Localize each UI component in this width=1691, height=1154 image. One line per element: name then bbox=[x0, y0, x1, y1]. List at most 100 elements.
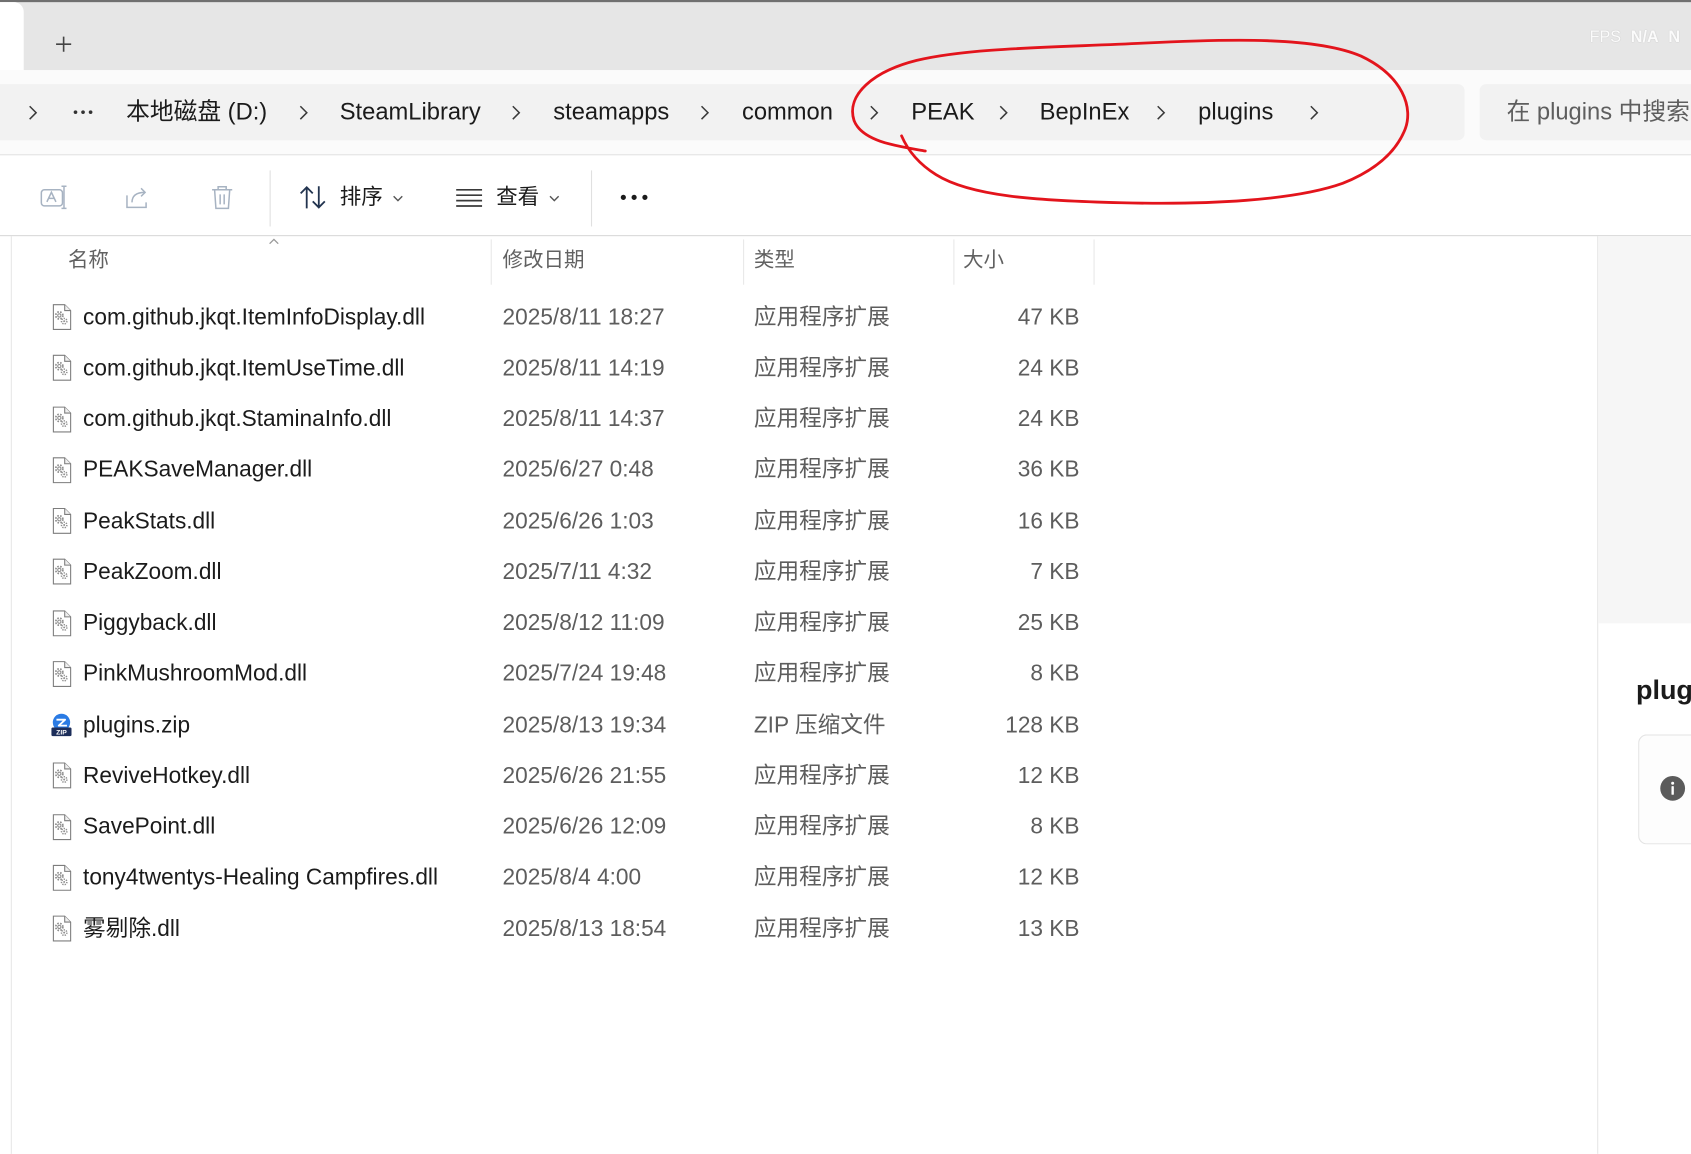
chevron-right-icon[interactable] bbox=[699, 104, 709, 120]
breadcrumb-item-plugins[interactable]: plugins bbox=[1198, 96, 1273, 128]
view-button[interactable]: 查看 bbox=[496, 183, 539, 211]
file-type: 应用程序扩展 bbox=[753, 457, 890, 483]
file-name: PinkMushroomMod.dll bbox=[83, 661, 308, 687]
chevron-right-icon[interactable] bbox=[1156, 104, 1166, 120]
toolbar-divider bbox=[269, 170, 271, 227]
column-header-size[interactable]: 大小 bbox=[963, 248, 1004, 274]
file-name: com.github.jkqt.ItemUseTime.dll bbox=[83, 355, 405, 381]
file-name: SavePoint.dll bbox=[83, 814, 216, 840]
file-row[interactable]: PinkMushroomMod.dll 2025/7/24 19:48 应用程序… bbox=[12, 648, 1597, 699]
delete-icon[interactable] bbox=[207, 182, 237, 212]
file-modified: 2025/6/26 12:09 bbox=[502, 814, 667, 840]
file-size: 24 KB bbox=[1017, 406, 1080, 432]
address-divider bbox=[0, 154, 1691, 156]
breadcrumb-item-local-disk[interactable]: 本地磁盘 (D:) bbox=[126, 96, 267, 128]
file-name: com.github.jkqt.ItemInfoDisplay.dll bbox=[83, 304, 426, 330]
chevron-down-icon[interactable] bbox=[549, 195, 560, 202]
dll-file-icon bbox=[50, 303, 74, 331]
file-type: 应用程序扩展 bbox=[753, 406, 890, 432]
search-box[interactable] bbox=[1479, 84, 1691, 141]
sort-button[interactable]: 排序 bbox=[340, 183, 383, 211]
column-header-type[interactable]: 类型 bbox=[754, 248, 795, 274]
file-modified: 2025/6/26 1:03 bbox=[502, 508, 654, 534]
chevron-right-icon[interactable] bbox=[511, 104, 521, 120]
chevron-down-icon[interactable] bbox=[393, 195, 404, 202]
file-type: 应用程序扩展 bbox=[753, 661, 890, 687]
file-type: 应用程序扩展 bbox=[753, 355, 890, 381]
sort-icon[interactable] bbox=[298, 182, 328, 212]
breadcrumb-item-steamapps[interactable]: steamapps bbox=[553, 96, 669, 128]
breadcrumb-item-steamlibrary[interactable]: SteamLibrary bbox=[340, 96, 481, 128]
file-modified: 2025/8/11 14:19 bbox=[502, 355, 665, 381]
column-divider[interactable] bbox=[953, 239, 955, 285]
file-row[interactable]: ReviveHotkey.dll 2025/6/26 21:55 应用程序扩展 … bbox=[12, 750, 1597, 801]
more-icon[interactable] bbox=[619, 194, 649, 200]
rename-icon[interactable] bbox=[39, 182, 69, 212]
file-row[interactable]: PEAKSaveManager.dll 2025/6/27 0:48 应用程序扩… bbox=[12, 445, 1597, 496]
file-modified: 2025/7/24 19:48 bbox=[502, 661, 667, 687]
file-size: 8 KB bbox=[1030, 814, 1080, 840]
breadcrumb-item-peak[interactable]: PEAK bbox=[911, 96, 974, 128]
file-name: 雾剔除.dll bbox=[83, 916, 180, 941]
file-row[interactable]: tony4twentys-Healing Campfires.dll 2025/… bbox=[12, 852, 1597, 903]
file-modified: 2025/8/13 19:34 bbox=[502, 712, 667, 738]
chevron-right-icon[interactable] bbox=[1309, 104, 1319, 120]
toolbar-divider bbox=[590, 170, 593, 227]
breadcrumb-item-common[interactable]: common bbox=[742, 96, 833, 128]
chevron-right-icon[interactable] bbox=[998, 104, 1008, 120]
fps-extra: N bbox=[1668, 28, 1681, 47]
column-divider[interactable] bbox=[490, 239, 492, 285]
file-row[interactable]: com.github.jkqt.StaminaInfo.dll 2025/8/1… bbox=[12, 394, 1597, 445]
file-type: 应用程序扩展 bbox=[753, 865, 890, 890]
file-row[interactable]: Piggyback.dll 2025/8/12 11:09 应用程序扩展 25 … bbox=[12, 597, 1597, 648]
dll-file-icon bbox=[50, 915, 74, 943]
file-modified: 2025/8/12 11:09 bbox=[502, 610, 665, 636]
file-name: PeakStats.dll bbox=[83, 508, 216, 534]
dll-file-icon bbox=[50, 354, 74, 382]
file-row[interactable]: SavePoint.dll 2025/6/26 12:09 应用程序扩展 8 K… bbox=[12, 801, 1597, 852]
dll-file-icon bbox=[50, 609, 74, 637]
file-row[interactable]: PeakStats.dll 2025/6/26 1:03 应用程序扩展 16 K… bbox=[12, 496, 1597, 547]
breadcrumb-item-bepinex[interactable]: BepInEx bbox=[1040, 96, 1130, 128]
active-tab[interactable] bbox=[0, 2, 24, 71]
dll-file-icon bbox=[50, 507, 74, 535]
chevron-right-icon[interactable] bbox=[298, 104, 308, 120]
file-modified: 2025/8/11 14:37 bbox=[502, 406, 665, 432]
file-size: 24 KB bbox=[1017, 355, 1080, 381]
chevron-right-icon[interactable] bbox=[869, 104, 879, 120]
view-icon[interactable] bbox=[454, 187, 484, 209]
file-row[interactable]: 雾剔除.dll 2025/8/13 18:54 应用程序扩展 13 KB bbox=[12, 903, 1597, 954]
column-header-name[interactable]: 名称 bbox=[68, 248, 109, 274]
column-header-modified[interactable]: 修改日期 bbox=[503, 248, 585, 274]
file-size: 12 KB bbox=[1017, 763, 1080, 789]
file-type: 应用程序扩展 bbox=[753, 610, 890, 636]
file-row[interactable]: com.github.jkqt.ItemUseTime.dll 2025/8/1… bbox=[12, 343, 1597, 394]
dll-file-icon bbox=[50, 762, 74, 790]
plus-icon[interactable] bbox=[55, 36, 72, 53]
file-size: 13 KB bbox=[1017, 916, 1080, 941]
share-icon[interactable] bbox=[123, 182, 153, 212]
file-row[interactable]: PeakZoom.dll 2025/7/11 4:32 应用程序扩展 7 KB bbox=[12, 546, 1597, 597]
file-size: 8 KB bbox=[1030, 661, 1080, 687]
file-modified: 2025/6/26 21:55 bbox=[502, 763, 667, 789]
file-size: 36 KB bbox=[1017, 457, 1080, 483]
search-input[interactable] bbox=[1506, 84, 1691, 141]
file-type: 应用程序扩展 bbox=[753, 304, 890, 330]
dll-file-icon bbox=[50, 660, 74, 688]
breadcrumb-more-icon[interactable] bbox=[73, 110, 93, 114]
file-name: PEAKSaveManager.dll bbox=[83, 457, 313, 483]
file-row[interactable]: ZIP plugins.zip 2025/8/13 19:34 ZIP 压缩文件… bbox=[12, 699, 1597, 750]
chevron-right-icon[interactable] bbox=[28, 104, 38, 120]
column-divider[interactable] bbox=[743, 239, 745, 285]
file-name: PeakZoom.dll bbox=[83, 559, 222, 585]
file-type: 应用程序扩展 bbox=[753, 559, 890, 585]
chevron-up-icon bbox=[269, 238, 279, 245]
fps-label: FPS bbox=[1589, 28, 1622, 47]
file-size: 128 KB bbox=[1005, 712, 1080, 738]
column-divider[interactable] bbox=[1093, 239, 1095, 285]
dll-file-icon bbox=[50, 456, 74, 484]
window-top-border bbox=[0, 0, 1691, 3]
file-row[interactable]: com.github.jkqt.ItemInfoDisplay.dll 2025… bbox=[12, 292, 1597, 343]
file-size: 7 KB bbox=[1030, 559, 1080, 585]
file-modified: 2025/6/27 0:48 bbox=[502, 457, 654, 483]
